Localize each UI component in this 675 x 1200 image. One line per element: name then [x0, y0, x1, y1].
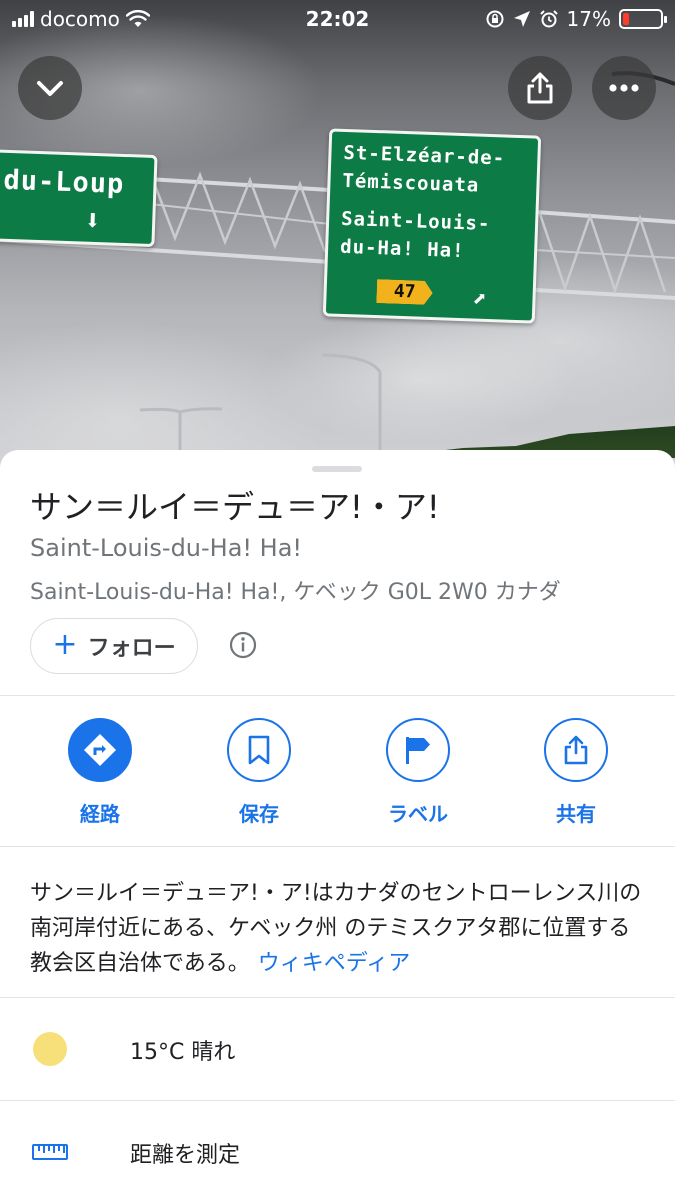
place-subtitle: Saint-Louis-du-Ha! Ha! — [30, 534, 303, 562]
rotation-lock-icon — [486, 10, 504, 28]
directions-icon — [84, 734, 116, 766]
divider — [0, 695, 675, 696]
status-bar: docomo 22:02 17% — [0, 0, 675, 40]
battery-percent: 17% — [566, 7, 611, 31]
directions-circle — [68, 718, 132, 782]
share-icon — [527, 72, 553, 104]
sign-left-text: du-Loup — [3, 164, 125, 200]
collapse-button[interactable] — [18, 56, 82, 120]
directions-button[interactable]: 経路 — [35, 718, 165, 827]
ruler-icon — [32, 1144, 68, 1160]
save-label: 保存 — [239, 802, 279, 826]
share-label: 共有 — [556, 802, 596, 826]
place-description: サン＝ルイ＝デュ＝ア!・ア!はカナダのセントローレンス川の南河岸付近にある、ケベ… — [30, 876, 650, 981]
wikipedia-link[interactable]: ウィキペディア — [258, 951, 410, 976]
place-title: サン＝ルイ＝デュ＝ア!・ア! — [30, 488, 440, 526]
down-arrow-icon: ⬇ — [83, 203, 102, 238]
more-horizontal-icon — [609, 84, 639, 92]
sign-right-line-2: Témiscouata — [342, 169, 480, 197]
up-right-arrow-icon: ⬈ — [472, 284, 488, 313]
label-circle — [386, 718, 450, 782]
directions-label: 経路 — [80, 802, 120, 826]
save-button[interactable]: 保存 — [194, 718, 324, 827]
weather-row: 15°C 晴れ — [0, 998, 675, 1098]
more-options-button[interactable] — [592, 56, 656, 120]
share-action-button[interactable]: 共有 — [511, 718, 641, 827]
info-icon[interactable] — [228, 630, 258, 660]
divider — [0, 846, 675, 847]
route-shield: 47 — [376, 279, 433, 305]
follow-button[interactable]: + フォロー — [30, 618, 198, 674]
label-button[interactable]: ラベル — [353, 718, 483, 827]
measure-distance-row[interactable]: 距離を測定 — [0, 1101, 675, 1200]
place-details-sheet: サン＝ルイ＝デュ＝ア!・ア! Saint-Louis-du-Ha! Ha! Sa… — [0, 450, 675, 1200]
sign-right-line-4: du-Ha! Ha! — [339, 235, 465, 263]
weather-text: 15°C 晴れ — [130, 1040, 236, 1065]
battery-icon — [619, 9, 667, 29]
location-arrow-icon — [513, 11, 530, 27]
flag-icon — [406, 737, 430, 764]
place-address: Saint-Louis-du-Ha! Ha!, ケベック G0L 2W0 カナダ — [30, 580, 561, 605]
sign-right-line-1: St-Elzéar-de- — [343, 141, 506, 170]
sign-right-line-3: Saint-Louis- — [340, 207, 491, 236]
bookmark-icon — [248, 735, 270, 765]
share-circle — [544, 718, 608, 782]
alarm-icon — [539, 10, 558, 28]
measure-distance-text: 距離を測定 — [130, 1143, 241, 1168]
sheet-drag-handle[interactable] — [312, 466, 362, 472]
save-circle — [227, 718, 291, 782]
place-photo[interactable]: du-Loup ⬇ St-Elzéar-de- Témiscouata Sain… — [0, 0, 675, 480]
label-label: ラベル — [388, 802, 448, 826]
share-button[interactable] — [508, 56, 572, 120]
chevron-down-icon — [37, 81, 63, 96]
highway-sign-right: St-Elzéar-de- Témiscouata Saint-Louis- d… — [322, 128, 542, 324]
follow-label: フォロー — [87, 636, 176, 661]
highway-sign-left: du-Loup ⬇ — [0, 148, 158, 248]
sun-icon — [33, 1032, 67, 1066]
plus-icon: + — [52, 627, 78, 662]
share-icon — [564, 735, 588, 765]
